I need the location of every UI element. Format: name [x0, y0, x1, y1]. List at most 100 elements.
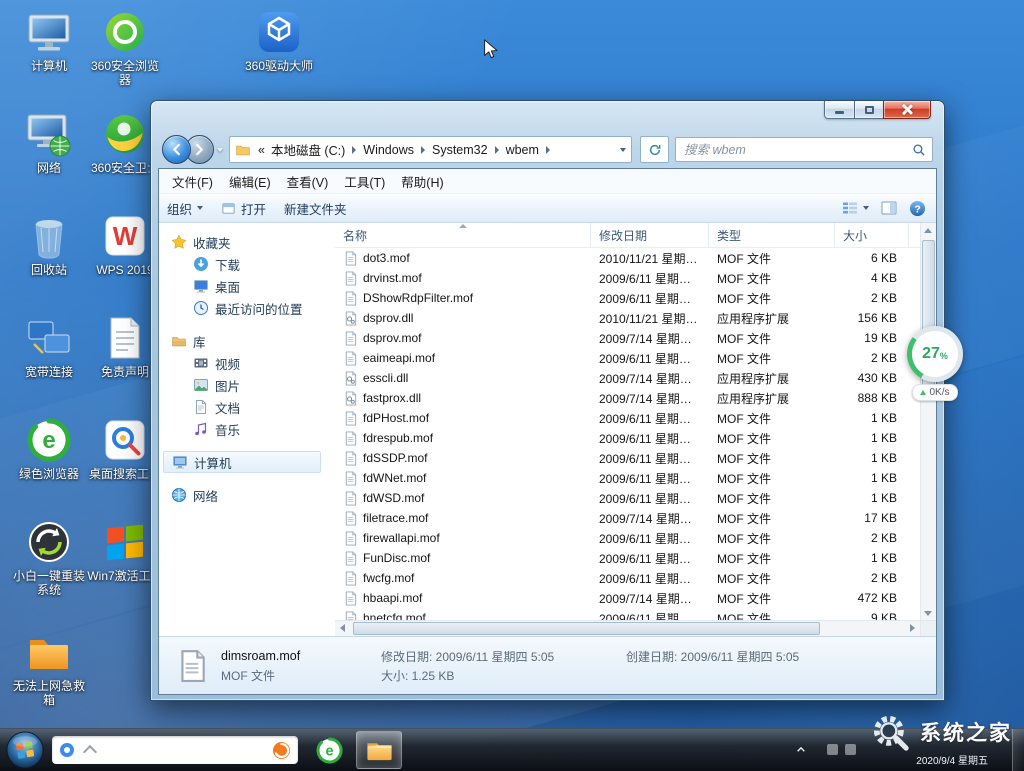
- breadcrumb-segment[interactable]: wbem: [503, 143, 542, 157]
- file-row[interactable]: fwcfg.mof2009/6/11 星期…MOF 文件2 KB: [335, 568, 920, 588]
- preview-pane-button[interactable]: [881, 200, 897, 216]
- refresh-button[interactable]: [640, 136, 669, 163]
- taskbar-search-box[interactable]: [52, 736, 298, 764]
- tray-icon[interactable]: [845, 744, 856, 755]
- file-row[interactable]: drvinst.mof2009/6/11 星期…MOF 文件4 KB: [335, 268, 920, 288]
- scroll-left-icon[interactable]: [340, 624, 345, 632]
- file-row[interactable]: filetrace.mof2009/7/14 星期…MOF 文件17 KB: [335, 508, 920, 528]
- file-row[interactable]: firewallapi.mof2009/6/11 星期…MOF 文件2 KB: [335, 528, 920, 548]
- sidebar-section-computer[interactable]: 计算机: [163, 451, 321, 473]
- file-row[interactable]: fdWSD.mof2009/6/11 星期…MOF 文件1 KB: [335, 488, 920, 508]
- file-row[interactable]: esscli.dll2009/7/14 星期…应用程序扩展430 KB: [335, 368, 920, 388]
- sidebar-item-downloads[interactable]: 下载: [159, 253, 335, 275]
- desktop-icon-driver360[interactable]: 360驱动大师: [240, 8, 318, 73]
- file-row[interactable]: fdPHost.mof2009/6/11 星期…MOF 文件1 KB: [335, 408, 920, 428]
- breadcrumb-segment[interactable]: Windows: [360, 143, 417, 157]
- desktop-icon-network[interactable]: 网络: [10, 110, 88, 175]
- breadcrumb-separator-icon[interactable]: [546, 146, 550, 154]
- sidebar-item-pictures[interactable]: 图片: [159, 374, 335, 396]
- file-row[interactable]: fdSSDP.mof2009/6/11 星期…MOF 文件1 KB: [335, 448, 920, 468]
- taskbar-green-browser-button[interactable]: e: [306, 731, 352, 769]
- desktop-icon-browser360[interactable]: 360安全浏览器: [86, 8, 164, 88]
- search-input[interactable]: [682, 142, 912, 158]
- address-chevron-down-icon[interactable]: [620, 148, 626, 152]
- search-box[interactable]: [675, 137, 933, 162]
- tray-clock[interactable]: 2020/9/4 星期五: [916, 756, 988, 768]
- file-type: MOF 文件: [709, 550, 835, 567]
- desktop-icon-greenbrowser[interactable]: e绿色浏览器: [10, 416, 88, 481]
- sidebar-item-desktop[interactable]: 桌面: [159, 275, 335, 297]
- breadcrumb[interactable]: « 本地磁盘 (C:) Windows System32 wbem: [229, 136, 632, 163]
- desktop-icon-label: 小白一键重装系统: [10, 569, 88, 598]
- desktop-icon-broadband[interactable]: 宽带连接: [10, 314, 88, 379]
- maximize-button[interactable]: [855, 101, 883, 119]
- file-row[interactable]: DShowRdpFilter.mof2009/6/11 星期…MOF 文件2 K…: [335, 288, 920, 308]
- sidebar-item-music[interactable]: 音乐: [159, 418, 335, 440]
- new-folder-button[interactable]: 新建文件夹: [284, 199, 347, 218]
- desktop-icon-rescue[interactable]: 无法上网急救箱: [10, 628, 88, 708]
- search-engine-icon[interactable]: [59, 742, 75, 758]
- file-row[interactable]: hnetcfg.mof2009/6/11 星期…MOF 文件9 KB: [335, 608, 920, 620]
- tray-icon[interactable]: [827, 744, 838, 755]
- orange-search-icon[interactable]: [272, 741, 291, 760]
- start-button[interactable]: [6, 731, 44, 769]
- breadcrumb-segment[interactable]: System32: [429, 143, 491, 157]
- back-button[interactable]: [162, 135, 191, 164]
- close-button[interactable]: [883, 101, 931, 119]
- taskbar-explorer-button[interactable]: [356, 731, 402, 769]
- scroll-right-icon[interactable]: [910, 624, 915, 632]
- breadcrumb-overflow[interactable]: «: [255, 143, 268, 157]
- menu-help[interactable]: 帮助(H): [394, 169, 450, 194]
- tray-expand-icon[interactable]: [796, 745, 806, 755]
- horizontal-scroll-thumb[interactable]: [353, 622, 820, 635]
- column-header-size[interactable]: 大小: [835, 223, 909, 247]
- sidebar-item-recent-places[interactable]: 最近访问的位置: [159, 297, 335, 319]
- organize-button[interactable]: 组织: [167, 199, 203, 218]
- file-row[interactable]: fdrespub.mof2009/6/11 星期…MOF 文件1 KB: [335, 428, 920, 448]
- desktop-icon-xiaobai[interactable]: 小白一键重装系统: [10, 518, 88, 598]
- open-button[interactable]: 打开: [221, 199, 266, 218]
- file-row[interactable]: fastprox.dll2009/7/14 星期…应用程序扩展888 KB: [335, 388, 920, 408]
- breadcrumb-separator-icon[interactable]: [495, 146, 499, 154]
- speed-widget[interactable]: 27% 0K/s: [903, 326, 967, 401]
- progress-ring[interactable]: 27%: [907, 326, 963, 382]
- minimize-button[interactable]: [824, 101, 855, 119]
- show-desktop-button[interactable]: [1012, 729, 1024, 771]
- breadcrumb-separator-icon[interactable]: [421, 146, 425, 154]
- file-row[interactable]: dot3.mof2010/11/21 星期…MOF 文件6 KB: [335, 248, 920, 268]
- vertical-scrollbar[interactable]: [920, 223, 936, 636]
- search-icon[interactable]: [912, 143, 926, 157]
- menu-tools[interactable]: 工具(T): [337, 169, 392, 194]
- breadcrumb-segment[interactable]: 本地磁盘 (C:): [268, 140, 348, 159]
- horizontal-scrollbar[interactable]: [335, 620, 920, 636]
- menu-edit[interactable]: 编辑(E): [222, 169, 278, 194]
- sidebar-item-documents[interactable]: 文档: [159, 396, 335, 418]
- breadcrumb-separator-icon[interactable]: [352, 146, 356, 154]
- file-row[interactable]: dsprov.dll2010/11/21 星期…应用程序扩展156 KB: [335, 308, 920, 328]
- scroll-up-icon[interactable]: [924, 228, 932, 233]
- menu-file[interactable]: 文件(F): [165, 169, 220, 194]
- file-row[interactable]: FunDisc.mof2009/6/11 星期…MOF 文件1 KB: [335, 548, 920, 568]
- file-row[interactable]: hbaapi.mof2009/7/14 星期…MOF 文件472 KB: [335, 588, 920, 608]
- sidebar-section-favorites[interactable]: 收藏夹: [159, 231, 335, 253]
- window-title-bar[interactable]: [158, 101, 937, 131]
- desktop-icon-computer[interactable]: 计算机: [10, 8, 88, 73]
- sidebar-section-network[interactable]: 网络: [159, 484, 335, 506]
- sidebar-section-libraries[interactable]: 库: [159, 330, 335, 352]
- file-type: MOF 文件: [709, 290, 835, 307]
- menu-view[interactable]: 查看(V): [280, 169, 336, 194]
- help-button[interactable]: ?: [909, 200, 926, 217]
- desktop-icon-recycle[interactable]: 回收站: [10, 212, 88, 277]
- file-row[interactable]: dsprov.mof2009/7/14 星期…MOF 文件19 KB: [335, 328, 920, 348]
- recent-pages-chevron-icon[interactable]: [217, 148, 223, 152]
- sidebar-item-videos[interactable]: 视频: [159, 352, 335, 374]
- file-row[interactable]: fdWNet.mof2009/6/11 星期…MOF 文件1 KB: [335, 468, 920, 488]
- column-header-date-modified[interactable]: 修改日期: [591, 223, 709, 247]
- chevron-down-icon: [863, 206, 869, 210]
- chevron-up-icon[interactable]: [83, 744, 97, 758]
- file-row[interactable]: eaimeapi.mof2009/6/11 星期…MOF 文件2 KB: [335, 348, 920, 368]
- column-header-name[interactable]: 名称: [335, 223, 591, 247]
- column-header-type[interactable]: 类型: [709, 223, 835, 247]
- change-view-button[interactable]: [842, 200, 869, 216]
- scroll-down-icon[interactable]: [924, 611, 932, 616]
